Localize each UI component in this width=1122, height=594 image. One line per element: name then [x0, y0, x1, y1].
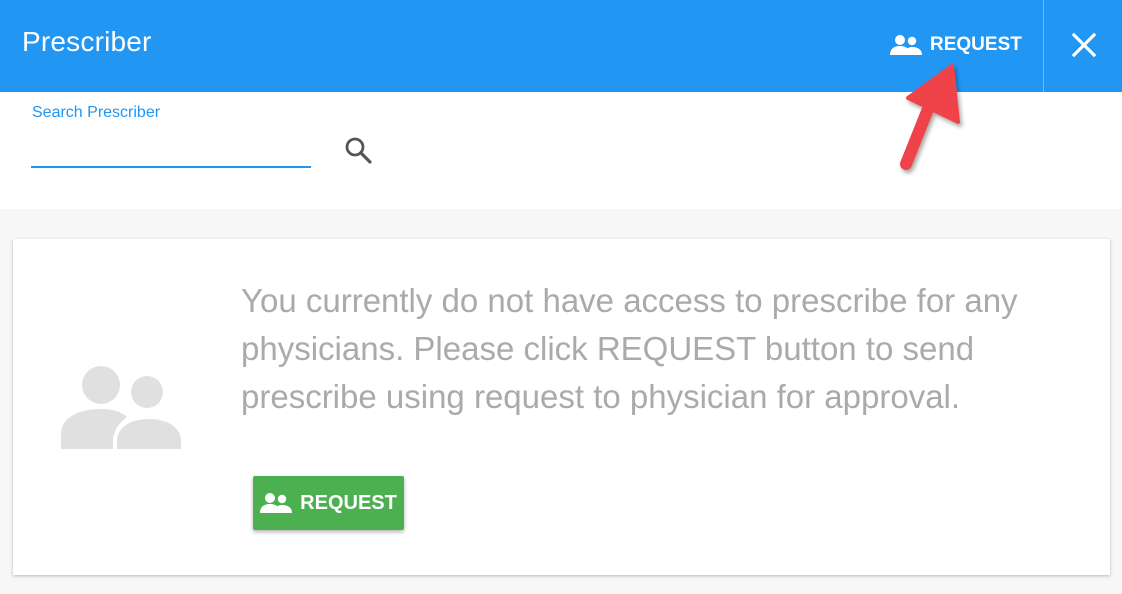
search-panel: Search Prescriber	[0, 92, 1122, 209]
search-input[interactable]	[31, 132, 311, 168]
page-title: Prescriber	[22, 26, 152, 57]
empty-state-card: You currently do not have access to pres…	[13, 239, 1110, 575]
app-header: Prescriber REQUEST	[0, 0, 1122, 92]
header-divider	[1043, 0, 1044, 92]
request-button-label: REQUEST	[300, 491, 397, 514]
header-request-label: REQUEST	[930, 34, 1022, 55]
people-icon	[890, 35, 922, 55]
close-icon[interactable]	[1066, 27, 1102, 63]
people-icon	[61, 366, 181, 449]
empty-state-message: You currently do not have access to pres…	[241, 282, 1018, 415]
search-icon[interactable]	[343, 135, 373, 165]
search-label: Search Prescriber	[32, 104, 161, 121]
request-button[interactable]: REQUEST	[253, 476, 404, 530]
people-icon	[260, 493, 293, 513]
header-request-button[interactable]: REQUEST	[890, 30, 1022, 60]
